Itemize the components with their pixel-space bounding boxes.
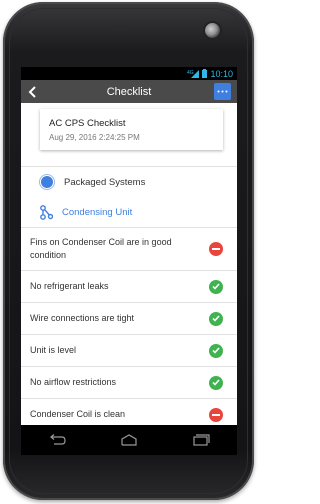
nav-home-button[interactable] [109, 428, 149, 452]
speaker-dot [111, 26, 116, 31]
status-time: 10:10 [210, 68, 233, 79]
checklist-item-label: Condenser Coil is clean [30, 409, 126, 419]
branch-icon [40, 204, 53, 220]
recents-nav-icon [193, 434, 210, 446]
pass-status-icon [209, 343, 223, 358]
checklist-timestamp: Aug 29, 2016 2:24:25 PM [49, 133, 140, 142]
pass-status-icon [209, 311, 223, 326]
home-nav-icon [121, 434, 137, 446]
checklist-item-label: No refrigerant leaks [30, 281, 109, 291]
checklist-item-label: No airflow restrictions [30, 377, 117, 387]
status-bar: 4G 10:10 [21, 67, 237, 80]
checklist-item[interactable]: Wire connections are tight [21, 302, 237, 334]
camera-lens [205, 23, 220, 38]
checklist-item[interactable]: Unit is level [21, 334, 237, 366]
system-type-row: Packaged Systems [21, 167, 237, 197]
more-dots-icon [217, 90, 228, 93]
checklist-item[interactable]: No airflow restrictions [21, 366, 237, 398]
checklist-card: AC CPS Checklist Aug 29, 2016 2:24:25 PM [40, 109, 223, 150]
back-button[interactable] [21, 80, 45, 103]
battery-icon [202, 69, 208, 78]
chevron-left-icon [28, 85, 36, 98]
unit-label: Condensing Unit [62, 206, 133, 218]
screen: 4G 10:10 Checklist AC CPS Checklist Aug … [21, 67, 237, 425]
system-nav-bar [21, 425, 237, 455]
nav-back-button[interactable] [37, 428, 77, 452]
page-title: Checklist [106, 85, 152, 98]
pass-status-icon [209, 279, 223, 294]
checklist-item-label: Wire connections are tight [30, 313, 135, 323]
unit-row[interactable]: Condensing Unit [21, 197, 237, 227]
app-bar: Checklist [21, 80, 237, 103]
speaker-dot [123, 26, 128, 31]
back-nav-icon [50, 434, 66, 445]
system-type-label: Packaged Systems [64, 176, 146, 188]
checklist-item[interactable]: Fins on Condenser Coil are in good condi… [21, 227, 237, 270]
checklist-item-label: Unit is level [30, 345, 77, 355]
checklist-item[interactable]: Condenser Coil is clean [21, 398, 237, 425]
checklist-title: AC CPS Checklist [49, 118, 126, 129]
pass-status-icon [209, 375, 223, 390]
system-type-dot-icon [41, 176, 53, 188]
signal-label: 4G [187, 70, 194, 76]
more-button[interactable] [214, 83, 231, 100]
nav-recents-button[interactable] [181, 428, 221, 452]
signal-icon: 4G [187, 69, 200, 78]
checklist-item-label: Fins on Condenser Coil are in good condi… [30, 237, 172, 260]
fail-status-icon [209, 242, 223, 256]
checklist-item[interactable]: No refrigerant leaks [21, 270, 237, 302]
fail-status-icon [209, 407, 223, 422]
